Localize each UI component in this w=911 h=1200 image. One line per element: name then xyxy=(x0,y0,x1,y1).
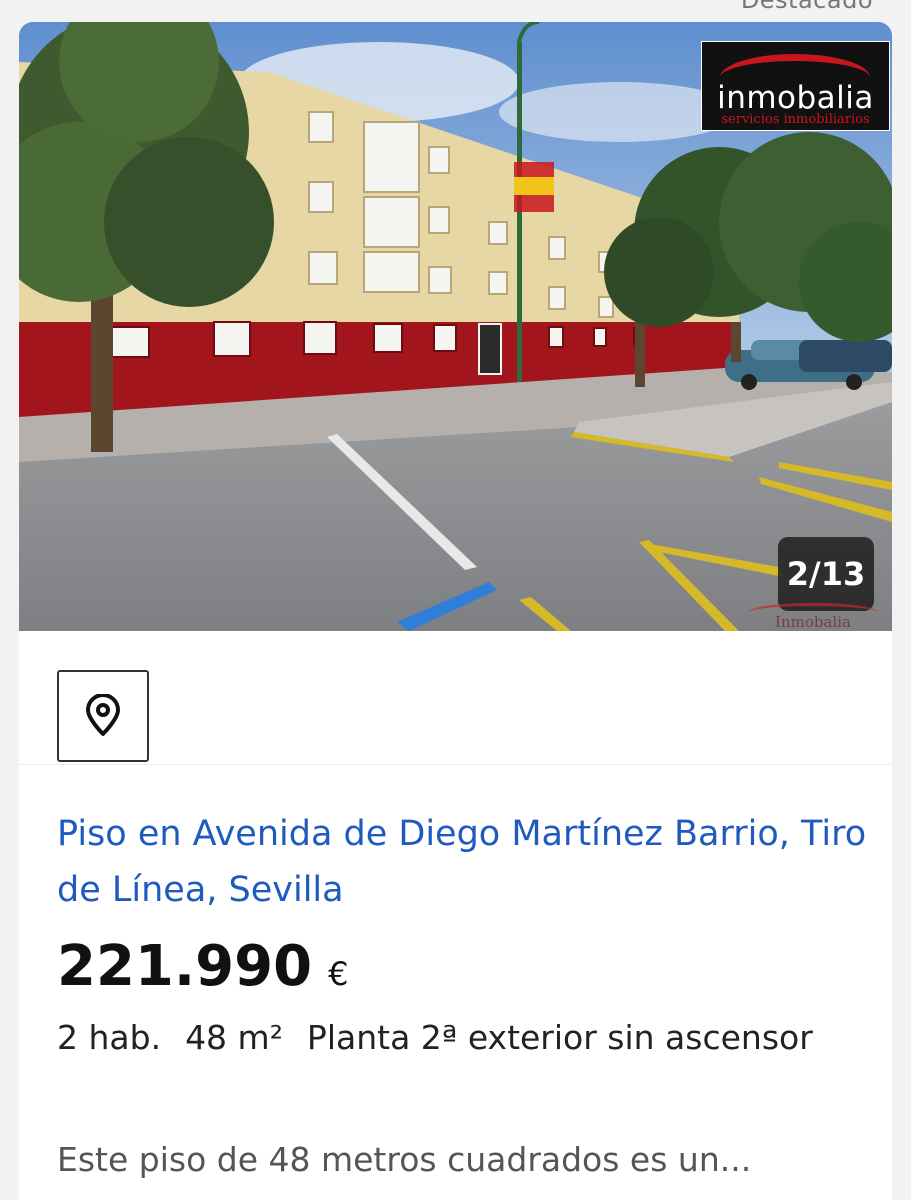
logo-tagline: servicios inmobiliarios xyxy=(721,112,870,127)
agency-logo: inmobalia servicios inmobiliarios xyxy=(701,41,890,131)
featured-label: Destacado xyxy=(740,0,873,14)
location-pin-icon xyxy=(86,694,120,736)
listing-photo[interactable]: inmobalia servicios inmobiliarios 2/13 I… xyxy=(19,22,892,631)
price-row: 221.990 € xyxy=(57,934,348,999)
listing-description: Este piso de 48 metros cuadrados es un..… xyxy=(57,1140,752,1179)
floor-detail: Planta 2ª exterior sin ascensor xyxy=(306,1018,813,1057)
price-value: 221.990 xyxy=(57,934,313,999)
price-currency: € xyxy=(328,955,349,993)
photo-counter: 2/13 xyxy=(778,537,874,611)
map-location-button[interactable] xyxy=(57,670,149,762)
rooms-detail: 2 hab. xyxy=(57,1018,162,1057)
divider xyxy=(19,764,892,765)
watermark-text: Inmobalia xyxy=(775,613,851,631)
listing-details: 2 hab. 48 m² Planta 2ª exterior sin ascens… xyxy=(57,1010,837,1066)
photo-watermark: Inmobalia xyxy=(738,601,888,631)
area-detail: 48 m² xyxy=(185,1018,283,1057)
listing-card[interactable]: inmobalia servicios inmobiliarios 2/13 I… xyxy=(19,22,892,1200)
logo-name: inmobalia xyxy=(717,80,874,116)
page: Destacado inmobalia servicios inmobiliar… xyxy=(0,0,911,1200)
listing-title-link[interactable]: Piso en Avenida de Diego Martínez Barrio… xyxy=(57,806,877,918)
